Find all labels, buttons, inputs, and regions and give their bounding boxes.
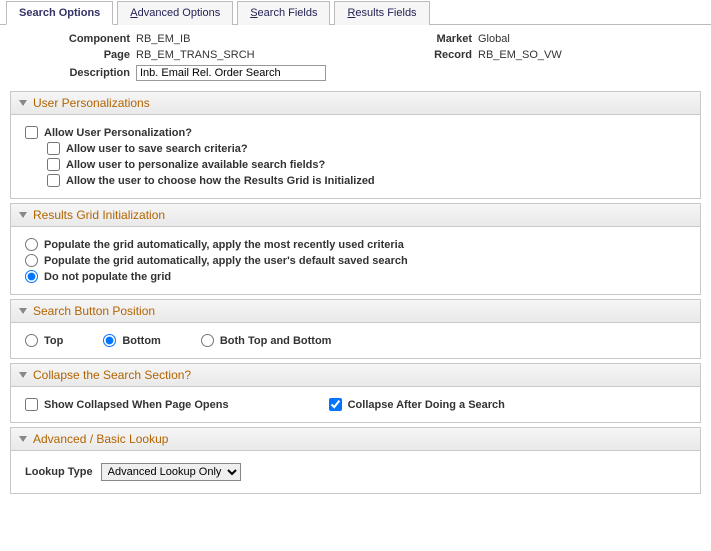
- section-collapse: Collapse the Search Section? Show Collap…: [10, 363, 701, 423]
- show-collapsed-label: Show Collapsed When Page Opens: [44, 399, 229, 411]
- section-title: Collapse the Search Section?: [33, 368, 191, 382]
- record-label: Record: [402, 49, 472, 61]
- section-results-grid: Results Grid Initialization Populate the…: [10, 203, 701, 295]
- grid-opt2-label: Populate the grid automatically, apply t…: [44, 255, 408, 267]
- personalize-fields-label: Allow user to personalize available sear…: [66, 159, 325, 171]
- description-input[interactable]: [136, 65, 326, 81]
- choose-init-checkbox[interactable]: [47, 174, 60, 187]
- section-user-personalizations: User Personalizations Allow User Persona…: [10, 91, 701, 199]
- chevron-down-icon: [19, 100, 27, 106]
- tab-search-options[interactable]: Search Options: [6, 1, 113, 25]
- show-collapsed-checkbox[interactable]: [25, 398, 38, 411]
- personalize-fields-checkbox[interactable]: [47, 158, 60, 171]
- component-label: Component: [10, 33, 130, 45]
- section-title: Results Grid Initialization: [33, 208, 165, 222]
- grid-opt2-radio[interactable]: [25, 254, 38, 267]
- section-title: User Personalizations: [33, 96, 150, 110]
- grid-opt1-label: Populate the grid automatically, apply t…: [44, 239, 404, 251]
- page-label: Page: [10, 49, 130, 61]
- tab-advanced-options[interactable]: Advanced Options: [117, 1, 233, 25]
- tab-search-fields[interactable]: Search Fields: [237, 1, 330, 25]
- section-header-results-grid[interactable]: Results Grid Initialization: [11, 204, 700, 227]
- lookup-type-label: Lookup Type: [25, 466, 93, 478]
- tab-results-fields[interactable]: Results Fields: [334, 1, 429, 25]
- section-header-button-position[interactable]: Search Button Position: [11, 300, 700, 323]
- grid-opt1-radio[interactable]: [25, 238, 38, 251]
- page-value: RB_EM_TRANS_SRCH: [136, 49, 396, 61]
- section-header-collapse[interactable]: Collapse the Search Section?: [11, 364, 700, 387]
- collapse-after-label: Collapse After Doing a Search: [348, 399, 505, 411]
- grid-opt3-label: Do not populate the grid: [44, 271, 171, 283]
- chevron-down-icon: [19, 372, 27, 378]
- tab-underline-s: S: [250, 7, 257, 19]
- chevron-down-icon: [19, 308, 27, 314]
- pos-bottom-radio[interactable]: [103, 334, 116, 347]
- market-value: Global: [478, 33, 678, 45]
- lookup-type-select[interactable]: Advanced Lookup Only: [101, 463, 241, 481]
- choose-init-label: Allow the user to choose how the Results…: [66, 175, 375, 187]
- description-label: Description: [10, 67, 130, 79]
- pos-both-label: Both Top and Bottom: [220, 335, 332, 347]
- section-header-user-personalizations[interactable]: User Personalizations: [11, 92, 700, 115]
- grid-opt3-radio[interactable]: [25, 270, 38, 283]
- market-label: Market: [402, 33, 472, 45]
- section-header-lookup[interactable]: Advanced / Basic Lookup: [11, 428, 700, 451]
- save-criteria-checkbox[interactable]: [47, 142, 60, 155]
- allow-personalization-label: Allow User Personalization?: [44, 127, 192, 139]
- tab-underline-r: R: [347, 7, 355, 19]
- section-title: Advanced / Basic Lookup: [33, 432, 168, 446]
- section-button-position: Search Button Position Top Bottom Both T…: [10, 299, 701, 359]
- pos-top-label: Top: [44, 335, 63, 347]
- record-value: RB_EM_SO_VW: [478, 49, 678, 61]
- tab-bar: Search Options Advanced Options Search F…: [0, 0, 711, 25]
- section-title: Search Button Position: [33, 304, 155, 318]
- section-lookup: Advanced / Basic Lookup Lookup Type Adva…: [10, 427, 701, 494]
- chevron-down-icon: [19, 212, 27, 218]
- component-value: RB_EM_IB: [136, 33, 396, 45]
- chevron-down-icon: [19, 436, 27, 442]
- pos-bottom-label: Bottom: [122, 335, 161, 347]
- collapse-after-checkbox[interactable]: [329, 398, 342, 411]
- header-grid: Component RB_EM_IB Market Global Page RB…: [0, 25, 711, 87]
- tab-underline-a: A: [130, 7, 137, 19]
- pos-both-radio[interactable]: [201, 334, 214, 347]
- pos-top-radio[interactable]: [25, 334, 38, 347]
- save-criteria-label: Allow user to save search criteria?: [66, 143, 248, 155]
- allow-personalization-checkbox[interactable]: [25, 126, 38, 139]
